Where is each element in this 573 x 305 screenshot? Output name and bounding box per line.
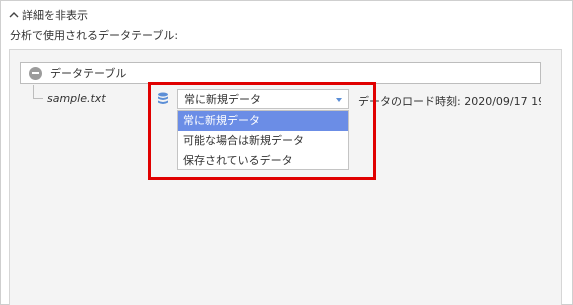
tree-root-data-tables: データテーブル — [20, 62, 541, 84]
highlight-box — [148, 82, 376, 180]
file-name: sample.txt — [47, 92, 106, 105]
chevron-up-icon — [9, 11, 19, 19]
section-label: 分析で使用されるデータテーブル: — [10, 29, 179, 42]
load-time-text: データのロード時刻: 2020/09/17 19:16 — [358, 95, 541, 108]
tree-root-label: データテーブル — [50, 67, 127, 80]
minus-circle-icon[interactable] — [29, 66, 42, 80]
tree-connector-line — [33, 85, 43, 99]
hide-details-toggle[interactable]: 詳細を非表示 — [9, 7, 88, 23]
hide-details-label: 詳細を非表示 — [22, 9, 88, 22]
